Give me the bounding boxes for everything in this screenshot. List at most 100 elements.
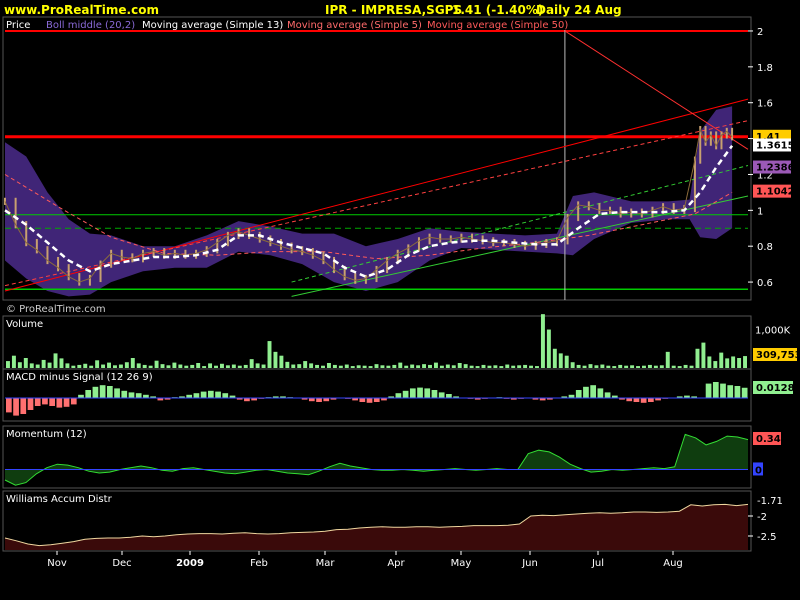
volume-bar	[481, 364, 486, 368]
volume-bar	[612, 366, 617, 368]
volume-bar	[493, 365, 498, 368]
macd-bar	[741, 387, 748, 398]
macd-bar	[222, 393, 229, 398]
volume-bar	[112, 365, 117, 368]
momentum-panel	[2, 425, 752, 489]
site-title[interactable]: www.ProRealTime.com	[4, 3, 159, 17]
macd-legend: MACD minus Signal (12 26 9)	[6, 372, 153, 383]
volume-bar	[689, 365, 694, 368]
macd-bar	[121, 390, 128, 398]
watermark: © ProRealTime.com	[6, 304, 106, 315]
momentum-zero-badge-label: 0	[755, 465, 762, 476]
price-badge-label: 1.2386	[756, 163, 795, 174]
macd-layer	[5, 382, 748, 416]
volume-bar	[118, 364, 123, 368]
macd-bar	[99, 385, 106, 398]
macd-bar	[640, 398, 647, 403]
volume-bar	[683, 364, 688, 368]
volume-bar	[582, 365, 587, 368]
volume-bar	[529, 365, 534, 368]
volume-bar	[142, 364, 147, 368]
price-badge-label: 1.3615	[756, 140, 795, 151]
legend-entry: Moving average (Simple 13)	[142, 20, 283, 31]
momentum-fill	[5, 434, 748, 486]
x-tick-label: Jun	[521, 558, 538, 569]
volume-bar	[41, 359, 46, 368]
volume-bar	[505, 364, 510, 368]
macd-bar	[20, 398, 27, 414]
volume-bar	[208, 363, 213, 368]
volume-bar	[410, 364, 415, 368]
volume-bar	[659, 365, 664, 368]
volume-bar	[136, 363, 141, 368]
volume-bar	[606, 365, 611, 368]
volume-bar	[600, 364, 605, 368]
volume-bar	[588, 364, 593, 368]
volume-bar	[309, 363, 314, 368]
price-badge-label: 1.1042	[756, 187, 795, 198]
volume-bar	[350, 366, 355, 368]
volume-bar	[285, 361, 290, 368]
volume-bar	[576, 364, 581, 368]
volume-bar	[219, 363, 224, 368]
volume-bar	[35, 364, 40, 368]
macd-bar	[633, 398, 640, 402]
volume-bar	[178, 364, 183, 368]
volume-bar	[225, 365, 230, 368]
x-tick-label: Aug	[663, 558, 683, 569]
volume-bar	[731, 356, 736, 368]
williams-badge-label: -1.71	[757, 496, 783, 507]
volume-bar	[6, 361, 10, 368]
macd-bar	[583, 386, 589, 398]
volume-bar	[243, 364, 248, 368]
x-tick-label: Dec	[112, 558, 131, 569]
volume-bar	[124, 362, 129, 368]
volume-bar	[338, 365, 343, 368]
volume-bar	[630, 365, 635, 368]
trend-line-4	[291, 164, 749, 283]
macd-bar	[734, 386, 741, 398]
legend-entry: Price	[6, 20, 30, 31]
volume-bar	[315, 364, 320, 368]
macd-bar	[106, 386, 113, 398]
volume-bar	[386, 365, 391, 368]
volume-bar	[374, 364, 379, 368]
volume-bar	[499, 366, 504, 368]
volume-bar	[380, 365, 385, 368]
macd-badge-label: 0.0128	[756, 383, 795, 394]
volume-bar	[17, 362, 22, 368]
volume-bar	[457, 363, 462, 368]
x-tick-label: Apr	[387, 558, 405, 569]
volume-bar	[184, 365, 189, 368]
volume-bar	[743, 356, 747, 368]
macd-bar	[409, 388, 416, 398]
volume-bar	[677, 366, 682, 368]
volume-badge-label: 309,753	[756, 350, 800, 361]
volume-bar	[107, 362, 111, 368]
volume-bar	[451, 365, 456, 368]
volume-bar	[326, 363, 331, 368]
volume-bar	[154, 360, 159, 368]
volume-bar	[214, 365, 218, 368]
macd-bar	[207, 390, 214, 398]
legend-entry: Moving average (Simple 50)	[427, 20, 568, 31]
volume-layer	[6, 314, 747, 368]
macd-bar	[720, 383, 726, 398]
volume-bar	[422, 364, 427, 368]
volume-bar	[392, 364, 397, 368]
price-tick-label: 1	[757, 206, 763, 217]
volume-bar	[552, 348, 557, 368]
volume-bar	[190, 364, 195, 368]
volume-bar	[636, 366, 641, 368]
volume-bar	[202, 366, 207, 368]
momentum-badge-label: 0.34	[756, 434, 781, 445]
volume-tick-label: 1,000K	[755, 326, 791, 337]
volume-bar	[267, 341, 272, 368]
macd-bar	[92, 386, 99, 398]
volume-bar	[475, 366, 480, 368]
macd-bar	[27, 398, 34, 410]
volume-bar	[23, 358, 28, 368]
x-tick-label: May	[451, 558, 472, 569]
williams-tick-label: -2	[757, 512, 767, 523]
volume-bar	[166, 365, 171, 368]
